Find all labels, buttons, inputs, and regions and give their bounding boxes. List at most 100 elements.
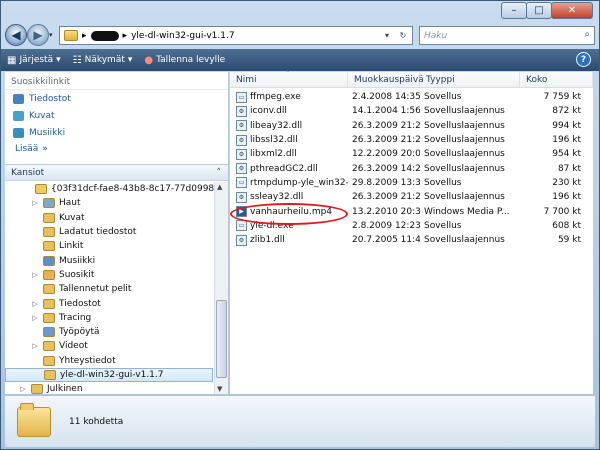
dll-icon: ⚙ xyxy=(236,120,247,132)
tree-item[interactable]: Työpöytä xyxy=(5,325,213,339)
expand-arrow-icon[interactable]: ▷ xyxy=(31,314,39,322)
file-size: 994 kt xyxy=(552,120,581,131)
tree-item[interactable]: ▷ Tiedostot xyxy=(5,296,213,310)
favorite-link[interactable]: Kuvat xyxy=(5,107,228,124)
dll-icon: ⚙ xyxy=(236,191,247,203)
details-pane: 11 kohdetta xyxy=(5,395,595,447)
column-header-date[interactable]: Muokkauspäivä xyxy=(348,72,424,87)
folder-icon xyxy=(43,269,55,280)
file-size: 196 kt xyxy=(552,135,581,146)
recent-pages-dropdown[interactable]: ▾ xyxy=(49,31,53,39)
favorite-label: Musiikki xyxy=(29,127,66,138)
back-arrow-icon: ◀ xyxy=(11,28,21,42)
help-button[interactable]: ? xyxy=(576,52,591,67)
path-separator[interactable]: ▸ xyxy=(123,31,128,41)
tree-item[interactable]: yle-dl-win32-gui-v1.1.7 xyxy=(5,367,213,383)
favorite-folder-icon xyxy=(13,127,24,138)
path-segment-current[interactable]: yle-dl-win32-gui-v1.1.7 xyxy=(131,31,235,41)
dll-icon: ⚙ xyxy=(236,234,247,246)
search-box[interactable]: Haku ⌕ xyxy=(419,26,595,45)
tree-item[interactable]: Ladatut tiedostot xyxy=(5,225,213,239)
views-button[interactable]: ☷ Näkymät ▾ xyxy=(67,50,139,70)
file-type: Sovelluslaajennus xyxy=(424,106,505,117)
tree-item-label: Työpöytä xyxy=(59,327,100,338)
file-row[interactable]: ⚙ libeay32.dll 26.3.2009 21:20 Sovelluslaaj… xyxy=(230,119,593,133)
favorite-link[interactable]: Tiedostot xyxy=(5,90,228,107)
tree-item-label: Tallennetut pelit xyxy=(59,284,132,295)
tree-scrollbar[interactable]: ▲ ▼ xyxy=(214,182,228,394)
expand-arrow-icon[interactable]: ▷ xyxy=(31,300,39,308)
help-icon: ? xyxy=(580,54,587,65)
tree-item[interactable]: {03f31dcf-fae8-43b8-8c17-77d09980b03f} xyxy=(5,182,228,196)
address-dropdown-button[interactable]: ▾ xyxy=(380,28,394,43)
file-type: Sovelluslaajennus xyxy=(424,235,505,246)
scroll-up-arrow[interactable]: ▲ xyxy=(217,183,222,191)
file-row[interactable]: ⚙ zlib1.dll 20.7.2005 11:48 Sovelluslaajenn… xyxy=(230,233,593,247)
scroll-thumb[interactable] xyxy=(216,300,227,378)
exe-icon: ▭ xyxy=(236,91,247,103)
favorite-folder-icon xyxy=(13,110,24,121)
tree-item[interactable]: Kuvat xyxy=(5,211,213,225)
address-controls: ▾ ↻ xyxy=(380,28,410,43)
organize-button[interactable]: ▦ Järjestä ▾ xyxy=(1,50,67,70)
folder-icon xyxy=(43,341,55,352)
tree-item[interactable]: Linkit xyxy=(5,239,213,253)
tree-item[interactable]: ▷ Tracing xyxy=(5,311,213,325)
expand-arrow-icon[interactable]: ▷ xyxy=(31,199,39,207)
chevron-down-icon: ▾ xyxy=(127,55,133,65)
forward-button[interactable]: ▶ xyxy=(27,24,49,46)
file-type: Sovellus xyxy=(424,177,462,188)
file-row[interactable]: ▭ ffmpeg.exe 2.4.2008 14:35 Sovellus 7 759 k… xyxy=(230,90,593,104)
file-type: Sovelluslaajennus xyxy=(424,192,505,203)
tree-item[interactable]: Musiikki xyxy=(5,253,213,267)
file-name: pthreadGC2.dll xyxy=(250,163,318,174)
file-row[interactable]: ⚙ libssl32.dll 26.3.2009 21:20 Sovelluslaaj… xyxy=(230,133,593,147)
file-name: libxml2.dll xyxy=(250,149,297,160)
column-header-type[interactable]: Tyyppi xyxy=(420,72,520,87)
search-input[interactable]: Haku xyxy=(424,31,447,41)
favorites-header: Suosikkilinkit xyxy=(5,72,228,90)
scroll-down-arrow[interactable]: ▼ xyxy=(217,385,222,393)
close-button[interactable]: ✕ xyxy=(551,2,593,19)
file-name-cell: ⚙ iconv.dll xyxy=(230,105,348,117)
minimize-button[interactable]: – xyxy=(501,2,527,19)
views-icon: ☷ xyxy=(72,54,82,66)
address-bar[interactable]: ▸ ▸ yle-dl-win32-gui-v1.1.7 ▾ ↻ xyxy=(59,26,413,45)
maximize-button[interactable]: □ xyxy=(526,2,552,19)
refresh-button[interactable]: ↻ xyxy=(396,28,410,43)
file-name-cell: ▭ ffmpeg.exe xyxy=(230,91,348,103)
tree-item[interactable]: ▷ Suosikit xyxy=(5,268,213,282)
file-row[interactable]: ⚙ libxml2.dll 12.2.2009 20:01 Sovelluslaaje… xyxy=(230,147,593,161)
disc-icon: ● xyxy=(144,54,154,66)
expand-arrow-icon[interactable]: ▷ xyxy=(19,385,27,393)
path-separator[interactable]: ▸ xyxy=(82,31,87,41)
favorites-list: Tiedostot Kuvat Musiikki xyxy=(5,90,228,141)
tree-item[interactable]: Tallennetut pelit xyxy=(5,282,213,296)
tree-item[interactable]: ▷ Videot xyxy=(5,339,213,353)
title-bar[interactable]: – □ ✕ xyxy=(1,1,599,23)
expand-arrow-icon[interactable]: ▷ xyxy=(31,271,39,279)
tree-item[interactable]: Yhteystiedot xyxy=(5,354,213,368)
tree-item[interactable]: ▷ Julkinen xyxy=(5,382,213,394)
column-header-size[interactable]: Koko xyxy=(520,72,593,87)
more-favorites-link[interactable]: Lisää » xyxy=(5,141,228,156)
file-name: ssleay32.dll xyxy=(250,192,304,203)
file-row[interactable]: ⚙ iconv.dll 14.1.2004 1:56 Sovelluslaajennu… xyxy=(230,104,593,118)
favorite-folder-icon xyxy=(13,93,24,104)
burn-button[interactable]: ● Tallenna levylle xyxy=(138,50,231,70)
search-icon[interactable]: ⌕ xyxy=(584,29,590,40)
file-name: zlib1.dll xyxy=(250,235,285,246)
column-header-name[interactable]: ˄ Nimi xyxy=(230,70,348,87)
expand-arrow-icon[interactable]: ▷ xyxy=(31,342,39,350)
column-type-label: Tyyppi xyxy=(426,74,455,85)
file-date: 14.1.2004 1:56 xyxy=(352,106,420,117)
tree-item[interactable]: ▷ Haut xyxy=(5,196,213,210)
file-row[interactable]: ⚙ pthreadGC2.dll 26.3.2009 14:26 Sovellusla… xyxy=(230,161,593,175)
file-row[interactable]: ▭ rtmpdump-yle_win32-... 29.8.2009 13:38 So… xyxy=(230,176,593,190)
folder-icon xyxy=(17,402,51,437)
folders-header[interactable]: Kansiot ˄ xyxy=(5,164,228,181)
back-button[interactable]: ◀ xyxy=(5,24,27,46)
file-date: 2.4.2008 14:35 xyxy=(352,92,420,103)
favorite-link[interactable]: Musiikki xyxy=(5,124,228,141)
file-size: 87 kt xyxy=(557,163,581,174)
